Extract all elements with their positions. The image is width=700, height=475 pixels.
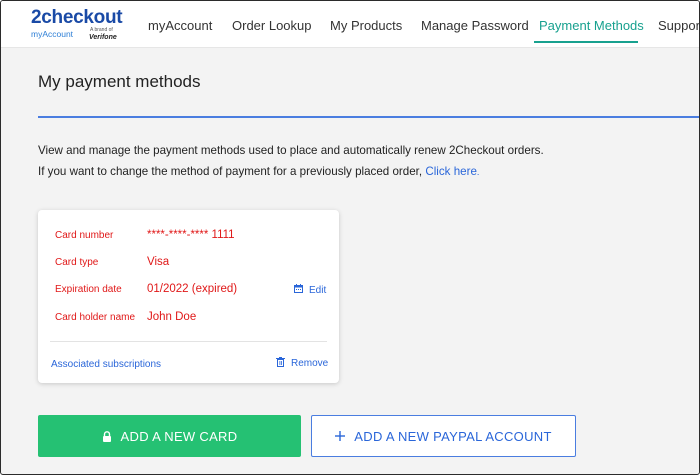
edit-card-button[interactable]: Edit (294, 284, 326, 296)
logo-subtitle: myAccount (31, 29, 74, 39)
trash-icon (276, 357, 285, 370)
lock-icon (102, 430, 112, 442)
nav-payment-methods[interactable]: Payment Methods (539, 18, 644, 33)
brand-logo[interactable]: 2checkout myAccount A brand of Verifone (31, 7, 127, 41)
nav-support[interactable]: Support (658, 18, 699, 33)
logo-brand-of: A brand of (90, 27, 113, 33)
add-paypal-account-label: ADD A NEW PAYPAL ACCOUNT (354, 428, 552, 444)
top-navigation: 2checkout myAccount A brand of Verifone … (1, 1, 699, 48)
card-holder-value: John Doe (147, 311, 197, 323)
active-tab-indicator (534, 41, 638, 43)
title-divider (38, 116, 699, 118)
associated-subscriptions-link[interactable]: Associated subscriptions (51, 359, 161, 370)
logo-wordmark: 2checkout (31, 7, 123, 28)
edit-label: Edit (309, 284, 327, 296)
add-new-card-label: ADD A NEW CARD (120, 428, 238, 444)
nav-my-products[interactable]: My Products (330, 18, 402, 33)
plus-icon (335, 431, 346, 441)
remove-label: Remove (291, 358, 329, 369)
card-number-value: ****-****-**** 1111 (147, 229, 235, 241)
description-line-1: View and manage the payment methods used… (38, 144, 544, 157)
payment-card: Card number ****-****-**** 1111 Card typ… (38, 210, 339, 383)
app-window: 2checkout myAccount A brand of Verifone … (0, 0, 700, 475)
calendar-icon (294, 284, 303, 296)
description-text: If you want to change the method of paym… (38, 165, 423, 178)
click-here-link[interactable]: Click here. (425, 165, 479, 178)
description-line-2: If you want to change the method of paym… (38, 165, 479, 178)
card-type-label: Card type (55, 257, 99, 268)
nav-order-lookup[interactable]: Order Lookup (232, 18, 312, 33)
card-type-value: Visa (147, 256, 170, 268)
card-divider (50, 341, 327, 342)
add-new-card-button[interactable]: ADD A NEW CARD (38, 415, 301, 457)
nav-myaccount[interactable]: myAccount (148, 18, 212, 33)
card-number-label: Card number (55, 230, 114, 241)
card-holder-label: Card holder name (55, 312, 136, 323)
add-paypal-account-button[interactable]: ADD A NEW PAYPAL ACCOUNT (311, 415, 576, 457)
page-title: My payment methods (38, 72, 201, 91)
logo-partner: Verifone (89, 34, 117, 41)
expiration-date-label: Expiration date (55, 284, 122, 295)
nav-manage-password[interactable]: Manage Password (421, 18, 529, 33)
expiration-date-value: 01/2022 (expired) (147, 283, 238, 295)
remove-card-button[interactable]: Remove (276, 357, 328, 370)
